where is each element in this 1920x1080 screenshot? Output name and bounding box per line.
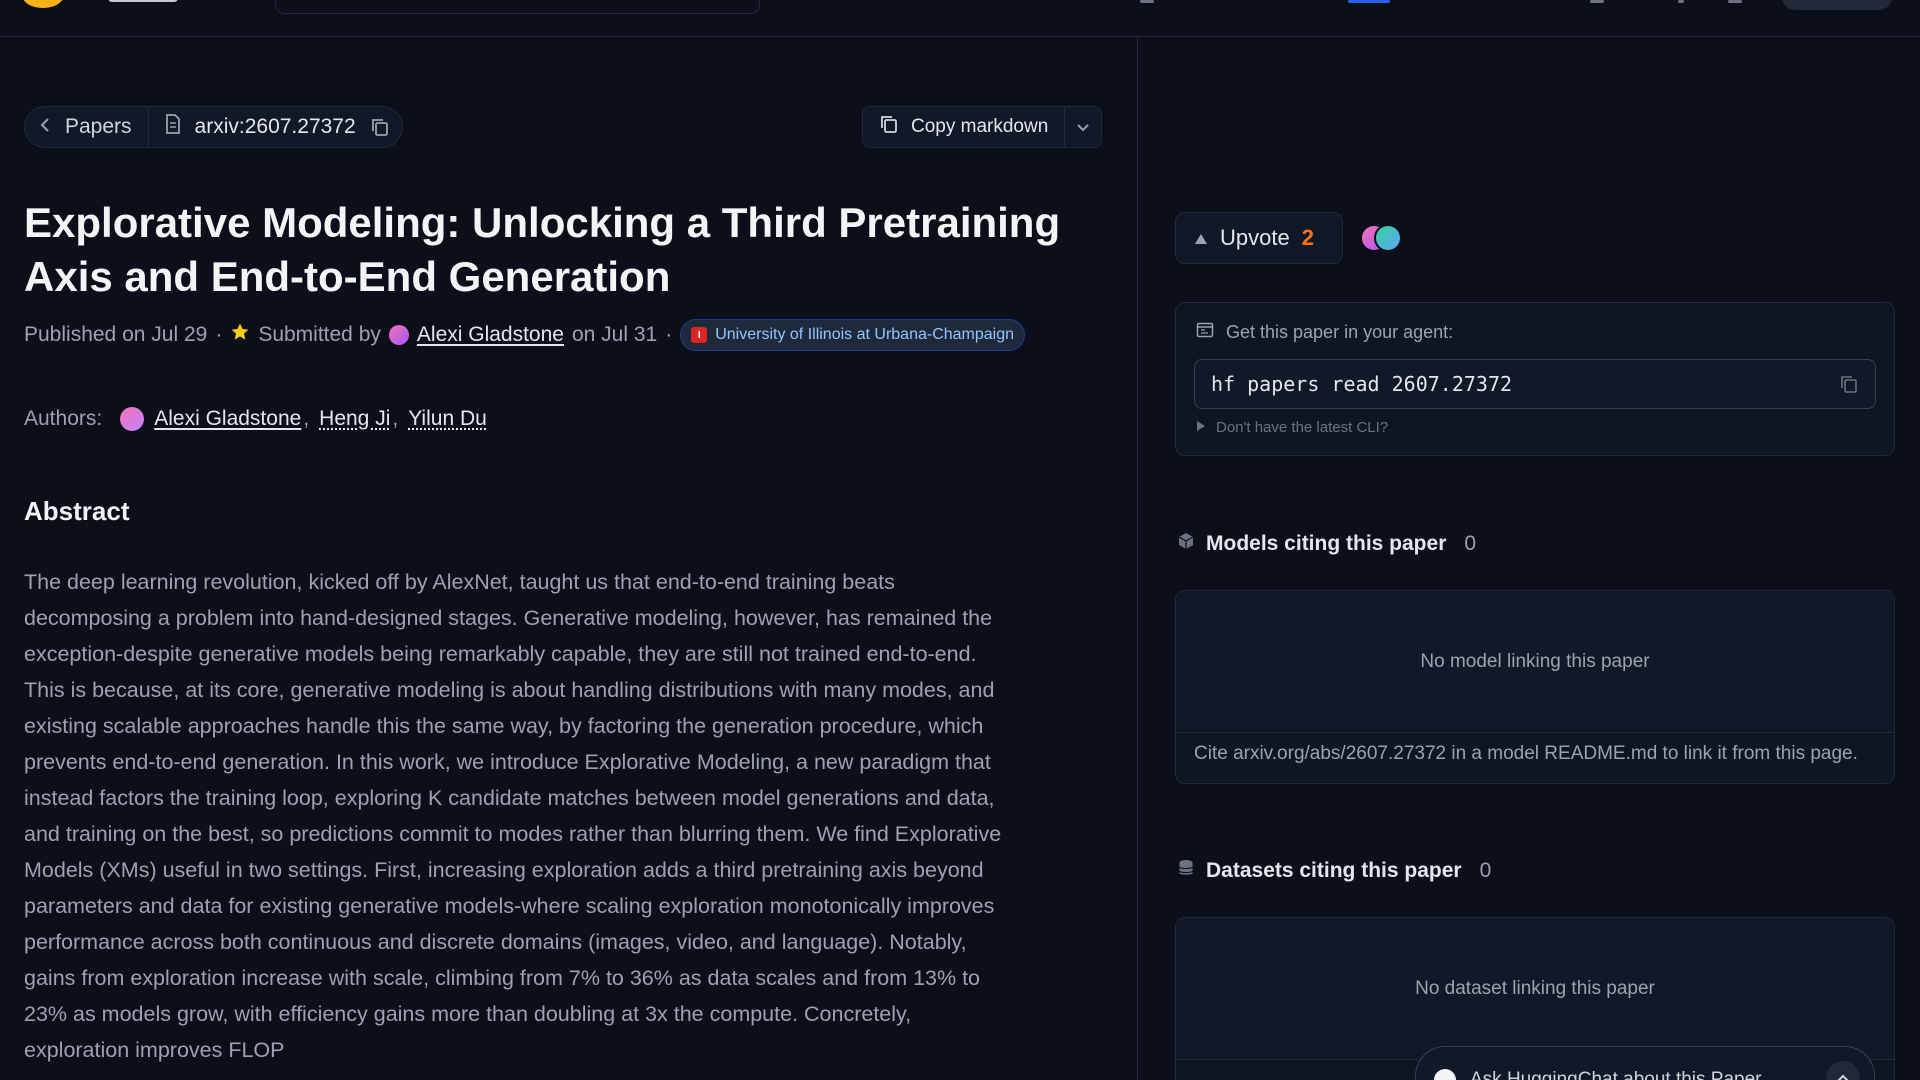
upvote-label: Upvote	[1220, 225, 1290, 251]
upvote-count: 2	[1302, 225, 1314, 251]
database-icon	[1178, 859, 1194, 883]
agent-cli-card: Get this paper in your agent: hf papers …	[1175, 302, 1895, 456]
authors-label: Authors:	[24, 407, 102, 431]
organization-badge[interactable]: I University of Illinois at Urbana-Champ…	[680, 319, 1025, 351]
models-section-title: Models citing this paper	[1206, 532, 1446, 556]
models-count: 0	[1464, 532, 1476, 556]
agent-card-header: Get this paper in your agent:	[1196, 321, 1453, 344]
copy-id-icon[interactable]	[370, 117, 390, 137]
models-empty-state: No model linking this paper	[1176, 591, 1894, 733]
copy-markdown-label: Copy markdown	[911, 116, 1048, 138]
search-input[interactable]	[275, 0, 760, 14]
submitted-date: on Jul 31	[572, 323, 657, 347]
author-link[interactable]: Alexi Gladstone	[154, 407, 301, 431]
column-divider	[1137, 37, 1138, 1080]
paper-id: arxiv:2607.27372	[165, 114, 390, 140]
back-to-papers-link[interactable]: Papers	[39, 115, 148, 139]
author-separator: ,	[392, 407, 398, 431]
datasets-section-heading: Datasets citing this paper 0	[1178, 859, 1491, 883]
upvote-button[interactable]: Upvote 2	[1175, 212, 1343, 264]
paper-id-text: arxiv:2607.27372	[195, 115, 356, 139]
copy-markdown-button[interactable]: Copy markdown	[863, 107, 1065, 147]
published-date: Published on Jul 29	[24, 323, 207, 347]
cli-command-box[interactable]: hf papers read 2607.27372	[1194, 359, 1876, 409]
models-section-heading: Models citing this paper 0	[1178, 532, 1476, 556]
breadcrumb-separator	[148, 107, 149, 147]
agent-label: Get this paper in your agent:	[1226, 322, 1453, 343]
datasets-count: 0	[1480, 859, 1492, 883]
cli-command: hf papers read 2607.27372	[1211, 372, 1512, 396]
huggingface-logo-icon[interactable]	[22, 0, 64, 8]
nav-item-papers-active[interactable]	[1348, 0, 1390, 3]
terminal-icon	[1196, 321, 1214, 344]
back-label: Papers	[65, 115, 132, 139]
copy-command-icon[interactable]	[1839, 374, 1859, 394]
author-separator: ,	[303, 407, 309, 431]
document-icon	[165, 114, 181, 140]
models-card: No model linking this paper Cite arxiv.o…	[1175, 590, 1895, 784]
datasets-empty-state: No dataset linking this paper	[1176, 918, 1894, 1060]
author-avatar	[120, 407, 144, 431]
copy-icon	[879, 114, 899, 140]
paper-title: Explorative Modeling: Unlocking a Third …	[24, 196, 1064, 304]
upvoter-avatars[interactable]	[1360, 224, 1420, 254]
breadcrumb: Papers arxiv:2607.27372	[24, 106, 403, 148]
cli-help-disclosure[interactable]: Don't have the latest CLI?	[1196, 419, 1388, 436]
star-icon	[230, 322, 250, 348]
chevron-left-icon	[39, 115, 51, 139]
ask-huggingchat-button[interactable]: Ask HuggingChat about this Paper	[1415, 1046, 1875, 1080]
nav-item-models[interactable]	[1140, 0, 1154, 3]
nav-item-more[interactable]	[1590, 0, 1604, 3]
university-logo-icon: I	[691, 327, 707, 343]
top-navigation-bar	[0, 0, 1920, 37]
cli-help-label: Don't have the latest CLI?	[1216, 419, 1388, 436]
authors-row: Authors: Alexi Gladstone, Heng Ji, Yilun…	[24, 402, 487, 436]
brand-wordmark[interactable]	[108, 0, 178, 2]
nav-item-divider	[1678, 0, 1684, 3]
abstract-text: The deep learning revolution, kicked off…	[24, 564, 1014, 1068]
sign-up-button[interactable]	[1782, 0, 1892, 10]
submitter-link[interactable]: Alexi Gladstone	[417, 323, 564, 347]
caret-right-icon	[1196, 419, 1206, 436]
copy-options-dropdown[interactable]	[1065, 107, 1101, 147]
meta-separator: ·	[215, 323, 222, 347]
chevron-down-icon	[1076, 118, 1090, 137]
datasets-section-title: Datasets citing this paper	[1206, 859, 1462, 883]
paper-meta: Published on Jul 29 · Submitted by Alexi…	[24, 318, 1025, 352]
author-link[interactable]: Heng Ji	[319, 407, 390, 431]
nav-item-login[interactable]	[1728, 0, 1742, 3]
triangle-up-icon	[1194, 225, 1208, 251]
chat-label: Ask HuggingChat about this Paper	[1470, 1069, 1762, 1080]
submitter-avatar	[389, 325, 409, 345]
chevron-up-icon[interactable]	[1826, 1061, 1860, 1080]
submitted-by-label: Submitted by	[258, 323, 381, 347]
copy-markdown-split-button: Copy markdown	[862, 106, 1102, 148]
huggingchat-icon	[1434, 1069, 1456, 1080]
abstract-heading: Abstract	[24, 496, 129, 527]
voter-avatar	[1374, 224, 1402, 252]
organization-name: University of Illinois at Urbana-Champai…	[715, 326, 1014, 344]
author-link[interactable]: Yilun Du	[408, 407, 487, 431]
meta-separator: ·	[665, 323, 672, 347]
models-cite-hint: Cite arxiv.org/abs/2607.27372 in a model…	[1194, 743, 1858, 765]
cube-icon	[1178, 532, 1194, 556]
